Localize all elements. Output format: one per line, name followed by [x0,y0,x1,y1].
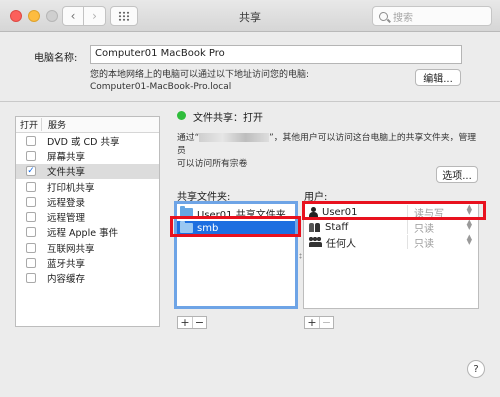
header-open: 打开 [16,118,42,131]
service-checkbox[interactable] [26,242,36,253]
users-list: User01 读与写 ▲ ▼ Staff 只读 ▲ ▼ 任何人 只读 ▲ ▼ [303,201,479,309]
service-label: 内容缓存 [47,274,86,286]
service-label: 远程登录 [47,197,86,209]
add-user-button[interactable]: + [305,316,319,329]
status-indicator-icon [177,111,186,120]
add-folder-button[interactable]: + [178,316,192,329]
user-name-cell: Staff [304,220,408,234]
computer-name-input[interactable]: Computer01 MacBook Pro [90,45,462,64]
service-checkbox[interactable] [26,212,36,223]
redacted-address [199,133,270,142]
shared-folders-list: User01 共享文件夹 smb [174,201,298,309]
user-row[interactable]: Staff 只读 ▲ ▼ [304,218,478,235]
service-row[interactable]: ✓ 文件共享 [16,163,159,179]
service-row[interactable]: 打印机共享 [16,179,159,194]
folder-name: User01 共享文件夹 [197,209,286,221]
user-name: User01 [322,206,358,218]
service-row[interactable]: 远程 Apple 事件 [16,225,159,240]
user-name: 任何人 [326,238,356,250]
service-label: 远程 Apple 事件 [47,228,119,240]
services-rows: DVD 或 CD 共享 屏幕共享 ✓ 文件共享打印机共享远程登录远程管理远程 Appl… [16,133,159,286]
service-checkbox[interactable] [26,181,36,192]
service-label: 屏幕共享 [47,151,86,163]
service-row[interactable]: 蓝牙共享 [16,255,159,270]
computer-name-description: 您的本地网络上的电脑可以通过以下地址访问您的电脑: Computer01-Mac… [90,69,309,93]
folder-name: smb [197,222,219,234]
permission-value: 只读 [414,238,434,250]
sharing-window: ‹ › 共享 搜索 电脑名称: Computer01 MacBook Pro 您… [0,0,500,397]
title-bar: ‹ › 共享 搜索 [0,0,500,32]
service-label: DVD 或 CD 共享 [47,136,120,148]
service-label: 文件共享 [47,167,86,179]
description-line-1: 您的本地网络上的电脑可以通过以下地址访问您的电脑: [90,70,310,80]
group-icon [309,222,321,232]
permission-value: 只读 [414,223,434,235]
everyone-icon [309,237,322,247]
permission-value: 读与写 [414,208,444,220]
folder-row[interactable]: User01 共享文件夹 [177,206,295,221]
splitter-handle[interactable] [299,253,302,259]
service-checkbox[interactable] [26,150,36,161]
service-row[interactable]: 屏幕共享 [16,148,159,163]
service-row[interactable]: 内容缓存 [16,271,159,286]
file-sharing-description: 通过“ ”，其他用户可以访问这台电脑上的共享文件夹，管理员 可以访问所有宗卷 [177,132,477,171]
user-name-cell: 任何人 [304,235,408,250]
desc-line-2: 可以访问所有宗卷 [177,159,248,169]
service-row[interactable]: 远程登录 [16,194,159,209]
service-checkbox[interactable] [26,258,36,269]
service-checkbox[interactable]: ✓ [26,166,36,177]
user-name-cell: User01 [304,205,408,219]
user-row[interactable]: User01 读与写 ▲ ▼ [304,203,478,220]
help-button[interactable]: ? [467,360,485,378]
folders-plus-minus: + − [177,316,207,329]
options-button[interactable]: 选项... [436,166,478,183]
permission-popup[interactable]: 只读 ▲ ▼ [408,232,478,250]
folder-row-selected[interactable]: smb [177,221,295,235]
service-checkbox[interactable] [26,135,36,146]
divider [0,101,500,102]
edit-button[interactable]: 编辑... [415,69,461,86]
computer-name-label: 电脑名称: [34,53,78,64]
user-row[interactable]: 任何人 只读 ▲ ▼ [304,232,478,250]
services-list: 打开 服务 DVD 或 CD 共享 屏幕共享 ✓ 文件共享打印机共享远程登录远程管理远… [15,116,160,327]
person-icon [309,207,318,217]
services-header: 打开 服务 [16,117,159,133]
folder-icon [180,221,193,233]
folder-icon [180,206,193,218]
service-label: 远程管理 [47,213,86,225]
service-checkbox[interactable] [26,273,36,284]
service-label: 打印机共享 [47,182,95,194]
remove-user-button[interactable]: − [319,316,333,329]
service-row[interactable]: 互联网共享 [16,240,159,255]
service-row[interactable]: DVD 或 CD 共享 [16,133,159,148]
service-label: 蓝牙共享 [47,259,86,271]
search-placeholder: 搜索 [393,12,413,24]
user-name: Staff [325,221,349,233]
search-icon [379,11,388,21]
up-down-icon: ▲ ▼ [466,232,472,246]
local-address: Computer01-MacBook-Pro.local [90,82,232,92]
remove-folder-button[interactable]: − [192,316,206,329]
header-service: 服务 [48,121,67,131]
service-label: 互联网共享 [47,243,95,255]
search-field[interactable]: 搜索 [372,6,492,26]
users-plus-minus: + − [304,316,334,329]
desc-prefix: 通过“ [177,133,200,143]
service-checkbox[interactable] [26,227,36,238]
file-sharing-status: 文件共享：打开 [193,113,263,124]
service-row[interactable]: 远程管理 [16,209,159,224]
service-checkbox[interactable] [26,196,36,207]
